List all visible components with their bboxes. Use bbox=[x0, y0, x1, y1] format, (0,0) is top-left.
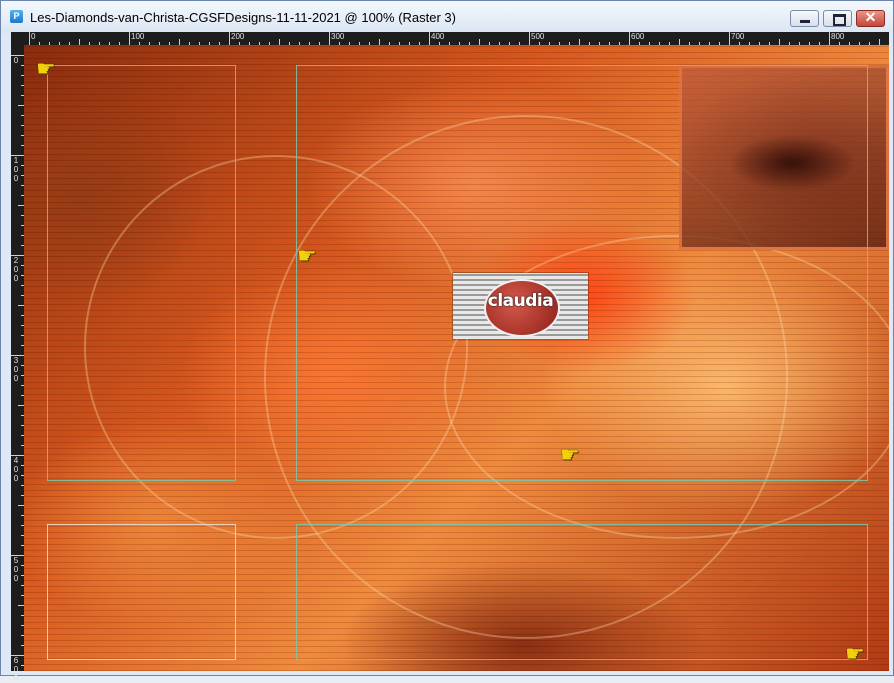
ruler-label: 0 bbox=[13, 574, 19, 583]
watermark-logo: claudia bbox=[453, 273, 588, 339]
ruler-label: 4 bbox=[13, 456, 19, 465]
image-canvas[interactable]: claudia ☛ ☛ ☛ ☛ bbox=[24, 45, 889, 671]
ruler-label: 0 bbox=[13, 56, 19, 65]
ruler-label: 0 bbox=[31, 32, 36, 41]
ruler-label: 0 bbox=[13, 665, 19, 674]
ruler-tick bbox=[529, 32, 530, 45]
ruler-label: 0 bbox=[13, 265, 19, 274]
ruler-tick bbox=[829, 32, 830, 45]
document-window: P Les-Diamonds-van-Christa-CGSFDesigns-1… bbox=[0, 0, 894, 683]
ruler-label: 0 bbox=[13, 374, 19, 383]
logo-text: claudia bbox=[487, 291, 554, 311]
ruler-label: 0 bbox=[13, 165, 19, 174]
psp-icon: P bbox=[10, 10, 23, 23]
pointing-hand-icon: ☛ bbox=[297, 243, 317, 268]
ruler-label: 5 bbox=[13, 556, 19, 565]
ruler-label: 0 bbox=[13, 174, 19, 183]
ruler-label: 2 bbox=[13, 256, 19, 265]
pointing-hand-icon: ☛ bbox=[845, 641, 865, 666]
maximize-button[interactable] bbox=[823, 10, 852, 27]
minimize-button[interactable] bbox=[790, 10, 819, 27]
close-icon: ✕ bbox=[864, 9, 877, 25]
ruler-tick bbox=[329, 32, 330, 45]
ruler-label: 1 bbox=[13, 156, 19, 165]
pointing-hand-icon: ☛ bbox=[36, 56, 56, 81]
close-button[interactable]: ✕ bbox=[856, 9, 885, 27]
ruler-tick bbox=[129, 32, 130, 45]
selection-guide bbox=[296, 524, 868, 660]
ruler-label: 0 bbox=[13, 465, 19, 474]
horizontal-ruler[interactable]: 0 100 200 300 400 500 600 700 800 bbox=[11, 32, 889, 45]
ruler-label: 0 bbox=[13, 365, 19, 374]
ruler-tick bbox=[729, 32, 730, 45]
ruler-label: 800 bbox=[831, 32, 845, 41]
ruler-tick bbox=[29, 32, 30, 45]
ruler-label: 200 bbox=[231, 32, 245, 41]
ruler-tick bbox=[229, 32, 230, 45]
title-bar[interactable]: P Les-Diamonds-van-Christa-CGSFDesigns-1… bbox=[1, 1, 893, 33]
ruler-label: 0 bbox=[13, 274, 19, 283]
ruler-tick bbox=[429, 32, 430, 45]
maximize-icon bbox=[833, 14, 846, 26]
ruler-tick bbox=[629, 32, 630, 45]
ruler-label: 0 bbox=[13, 474, 19, 483]
minimize-icon bbox=[800, 20, 810, 23]
ruler-label: 0 bbox=[13, 674, 19, 683]
ruler-label: 600 bbox=[631, 32, 645, 41]
ruler-label: 700 bbox=[731, 32, 745, 41]
selection-guide bbox=[47, 524, 236, 660]
ruler-label: 400 bbox=[431, 32, 445, 41]
ruler-label: 3 bbox=[13, 356, 19, 365]
ruler-label: 500 bbox=[531, 32, 545, 41]
ruler-label: 6 bbox=[13, 656, 19, 665]
ruler-label: 300 bbox=[331, 32, 345, 41]
selection-guide bbox=[47, 65, 236, 481]
ruler-label: 0 bbox=[13, 565, 19, 574]
pointing-hand-icon: ☛ bbox=[560, 442, 580, 467]
window-title: Les-Diamonds-van-Christa-CGSFDesigns-11-… bbox=[30, 10, 456, 25]
ruler-label: 100 bbox=[131, 32, 145, 41]
vertical-ruler[interactable]: 0100200300400500600 bbox=[11, 45, 24, 683]
